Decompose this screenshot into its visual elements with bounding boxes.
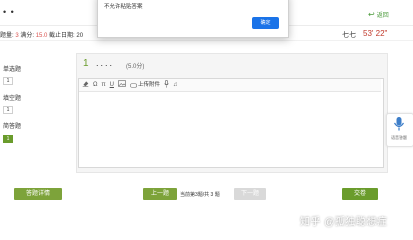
submit-exam-button[interactable]: 交卷 (342, 188, 378, 200)
image-icon[interactable] (118, 80, 126, 90)
deadline-label: 截止日期: (47, 33, 77, 39)
pi-icon[interactable]: π (102, 81, 106, 89)
section-label-fill-blank: 填空题 (3, 96, 22, 102)
quiz-info: 题量: 3 满分: 15.0 截止日期: 20 (0, 30, 83, 39)
full-score-label: 满分: (18, 33, 36, 39)
question-nav-short-answer-1[interactable]: 1 (3, 135, 13, 143)
divider (0, 40, 413, 41)
countdown-timer: 53' 22" (363, 29, 388, 38)
question-number: 1 (83, 58, 89, 69)
question-progress: 当前第3题/共 3 题 (180, 192, 220, 198)
music-note-icon[interactable]: ♫ (173, 81, 178, 89)
microphone-icon (393, 116, 405, 132)
answer-details-button[interactable]: 答题详情 (14, 188, 62, 200)
deadline: 20 (76, 33, 84, 39)
upload-icon[interactable]: 上传附件 (130, 81, 160, 89)
microphone-icon[interactable] (164, 79, 169, 91)
previous-question-button[interactable]: 上一题 (143, 188, 177, 200)
full-score: 15.0 (35, 33, 48, 39)
underline-icon[interactable]: U (110, 81, 114, 89)
question-nav-single-choice-1[interactable]: 1 (3, 77, 13, 85)
editor-toolbar: Ω π U 上传附件 ♫ (79, 79, 381, 92)
question-score: (5.0分) (126, 64, 145, 70)
week-label: 七七 (342, 32, 356, 39)
voice-answer-label: 语音答题 (391, 135, 407, 140)
next-question-button[interactable]: 下一题 (234, 188, 266, 200)
question-count-label: 题量: (0, 33, 16, 39)
alert-message: 不允许粘贴答案 (104, 4, 143, 10)
back-link[interactable]: ↩ 返回 (368, 10, 389, 19)
upload-attachment-label: 上传附件 (137, 82, 160, 88)
alert-ok-button[interactable]: 确定 (252, 17, 279, 29)
back-arrow-icon: ↩ (368, 10, 375, 19)
section-label-short-answer: 简答题 (3, 124, 22, 130)
back-label: 返回 (376, 13, 389, 19)
omega-icon[interactable]: Ω (93, 81, 98, 89)
question-nav-fill-blank-1[interactable]: 1 (3, 106, 13, 114)
section-label-single-choice: 单选题 (3, 67, 22, 73)
eraser-icon[interactable] (82, 80, 89, 90)
answer-textarea[interactable] (79, 93, 381, 165)
page-title: • • (3, 7, 15, 17)
question-text: .... (96, 58, 115, 68)
watermark: 知乎 @孤独聪想症 (300, 217, 388, 228)
